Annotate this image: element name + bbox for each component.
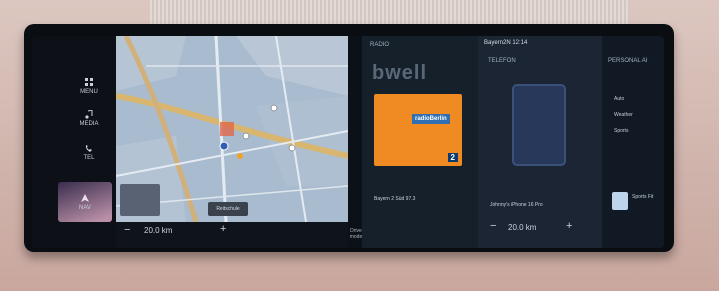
station-name: Bayern 2 Süd 97.3 xyxy=(374,196,416,202)
personal-header: PERSONAL AI xyxy=(608,58,648,64)
zoom-in-button[interactable]: + xyxy=(566,220,572,232)
personal-widget[interactable]: PERSONAL AI Auto Weather Sports Sports F… xyxy=(602,36,664,248)
tel-zoom-level: 20.0 km xyxy=(508,223,537,232)
music-note-icon xyxy=(85,110,93,119)
radio-header: RADIO xyxy=(370,42,390,48)
personal-item[interactable]: Auto xyxy=(614,96,624,102)
menu-item-menu[interactable]: MENU xyxy=(64,78,114,95)
menu-item-label: TEL xyxy=(83,155,95,161)
navigation-map[interactable]: Reitschule − 20.0 km + xyxy=(116,36,348,248)
navigation-arrow-icon xyxy=(81,194,89,202)
telephone-header: TELEFON xyxy=(488,58,516,64)
status-bar: Bayern2N 12:14 xyxy=(484,40,528,46)
menu-item-tel[interactable]: TEL xyxy=(64,144,114,161)
station-logo: radioBerlin xyxy=(412,114,450,124)
station-artwork[interactable]: radioBerlin 2 xyxy=(374,94,462,166)
grid-icon xyxy=(85,78,93,86)
map-thumbnail[interactable] xyxy=(120,184,160,216)
station-number: 2 xyxy=(447,153,458,162)
personal-tile[interactable] xyxy=(612,192,628,210)
map-zoom-level: 20.0 km xyxy=(144,226,173,235)
phone-device-icon xyxy=(512,84,566,166)
zoom-out-button[interactable]: − xyxy=(490,220,496,232)
telephone-widget[interactable]: Bayern2N 12:14 TELEFON Johnny's iPhone 1… xyxy=(478,36,602,248)
menu-item-label: MENU xyxy=(80,89,98,95)
menu-item-label: NAV xyxy=(79,205,91,211)
personal-tile-label: Sports Fit xyxy=(632,194,654,200)
radio-heading: bwell xyxy=(372,62,428,84)
personal-item[interactable]: Weather xyxy=(614,112,633,118)
zoom-in-button[interactable]: + xyxy=(220,223,226,235)
left-menu: MENU MEDIA TEL NAV xyxy=(32,36,116,248)
map-graphic xyxy=(116,36,348,248)
zoom-out-button[interactable]: − xyxy=(124,224,130,236)
menu-item-nav[interactable]: NAV xyxy=(58,182,112,222)
menu-item-media[interactable]: MEDIA xyxy=(64,110,114,127)
phone-icon xyxy=(85,145,92,152)
map-poi-button[interactable]: Reitschule xyxy=(208,202,248,216)
phone-device-name: Johnny's iPhone 16 Pro xyxy=(490,202,543,208)
personal-item[interactable]: Sports xyxy=(614,128,628,134)
infotainment-screen: MENU MEDIA TEL NAV Reitschule − 20.0 km … xyxy=(32,36,664,248)
radio-widget[interactable]: RADIO bwell radioBerlin 2 Bayern 2 Süd 9… xyxy=(362,36,478,248)
menu-item-label: MEDIA xyxy=(79,121,99,127)
